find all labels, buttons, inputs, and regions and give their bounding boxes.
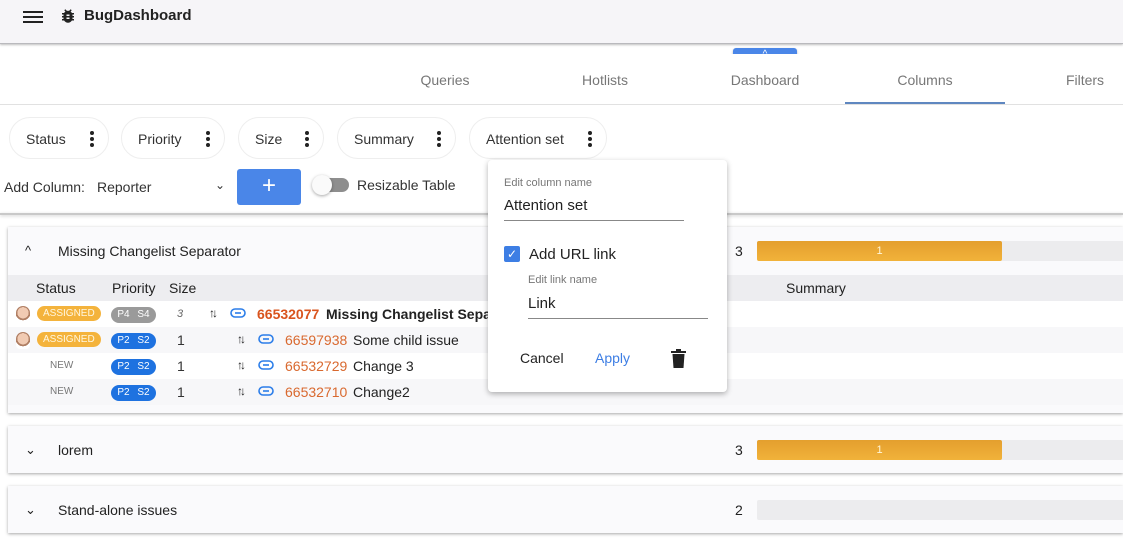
group-progress-track xyxy=(757,500,1123,520)
issue-id-link[interactable]: 66532077 xyxy=(257,306,319,322)
group-progress-track: 1 xyxy=(757,241,1123,261)
tab-filters[interactable]: Filters xyxy=(1005,54,1123,104)
issue-group: ⌄ lorem 3 1 xyxy=(8,426,1123,473)
link-icon[interactable] xyxy=(258,357,274,373)
priority-badge: P2 S2 xyxy=(111,385,156,401)
more-vert-icon[interactable] xyxy=(305,131,309,147)
priority-badge: P2 S2 xyxy=(111,359,156,375)
group-count: 3 xyxy=(735,243,743,259)
issue-group: ⌄ Stand-alone issues 2 xyxy=(8,486,1123,533)
toggle-knob xyxy=(312,175,332,195)
chip-label: Attention set xyxy=(486,131,564,147)
column-name-label: Edit column name xyxy=(504,177,593,189)
issue-id-link[interactable]: 66597938 xyxy=(285,332,347,348)
resizable-table-toggle[interactable] xyxy=(312,175,349,195)
add-column-label: Add Column: xyxy=(4,179,85,195)
group-header[interactable]: ⌄ Stand-alone issues 2 xyxy=(8,486,1123,534)
app-title: BugDashboard xyxy=(84,7,192,24)
app-header: BugDashboard xyxy=(0,0,1123,44)
edit-column-popup: Edit column name Attention set ✓ Add URL… xyxy=(488,160,727,392)
column-chip-attention-set[interactable]: Attention set xyxy=(469,117,607,159)
avatar xyxy=(16,332,30,349)
plus-icon: + xyxy=(261,172,276,199)
more-vert-icon[interactable] xyxy=(588,131,592,147)
link-name-input[interactable]: Link xyxy=(528,295,708,319)
add-url-label[interactable]: Add URL link xyxy=(529,246,616,263)
add-url-checkbox[interactable]: ✓ xyxy=(504,246,520,262)
more-vert-icon[interactable] xyxy=(437,131,441,147)
add-column-select[interactable]: Reporter ⌄ xyxy=(97,178,227,195)
tab-dashboard[interactable]: Dashboard xyxy=(685,54,845,104)
chip-label: Priority xyxy=(138,131,182,147)
header-status[interactable]: Status xyxy=(36,280,76,296)
link-icon[interactable] xyxy=(258,383,274,399)
resizable-table-label: Resizable Table xyxy=(357,177,456,193)
group-count: 2 xyxy=(735,502,743,518)
tab-bar: Queries Hotlists Dashboard Columns Filte… xyxy=(0,54,1123,105)
chip-label: Summary xyxy=(354,131,414,147)
chip-label: Size xyxy=(255,131,283,147)
more-vert-icon[interactable] xyxy=(206,131,210,147)
status-badge: ASSIGNED xyxy=(37,306,101,321)
column-chip-size[interactable]: Size xyxy=(238,117,324,159)
more-vert-icon[interactable] xyxy=(90,131,94,147)
chevron-down-icon[interactable]: ⌄ xyxy=(25,502,36,518)
sort-icon[interactable]: ↑↓ xyxy=(237,358,246,372)
issue-id-link[interactable]: 66532729 xyxy=(285,358,347,374)
group-title: Stand-alone issues xyxy=(58,502,178,518)
header-priority[interactable]: Priority xyxy=(112,280,156,296)
priority-badge: P2 S2 xyxy=(111,333,156,349)
column-chip-summary[interactable]: Summary xyxy=(337,117,456,159)
link-name-label: Edit link name xyxy=(528,274,598,286)
tab-hotlists[interactable]: Hotlists xyxy=(525,54,685,104)
issue-title: Missing Changelist Separ xyxy=(326,306,497,322)
apply-button[interactable]: Apply xyxy=(595,350,630,366)
status-badge: NEW xyxy=(50,386,74,397)
hamburger-menu-icon[interactable] xyxy=(23,9,43,25)
group-header[interactable]: ⌄ lorem 3 1 xyxy=(8,426,1123,474)
issue-title: Some child issue xyxy=(353,332,459,348)
sort-icon[interactable]: ↑↓ xyxy=(209,306,218,320)
issue-id-link[interactable]: 66532710 xyxy=(285,384,347,400)
add-column-button[interactable]: + xyxy=(237,169,301,205)
size-value: 1 xyxy=(177,332,185,348)
group-count: 3 xyxy=(735,442,743,458)
column-chip-priority[interactable]: Priority xyxy=(121,117,225,159)
link-icon[interactable] xyxy=(230,305,246,321)
chip-label: Status xyxy=(26,131,66,147)
group-progress-fill: 1 xyxy=(757,241,1003,261)
status-badge: ASSIGNED xyxy=(37,332,101,347)
trash-icon[interactable] xyxy=(671,349,686,368)
chevron-down-icon: ⌄ xyxy=(214,178,225,192)
chevron-up-icon[interactable]: ^ xyxy=(25,243,31,258)
issue-title: Change 3 xyxy=(353,358,414,374)
bug-icon xyxy=(62,9,74,23)
group-title: Missing Changelist Separator xyxy=(58,243,241,259)
column-name-input[interactable]: Attention set xyxy=(504,197,684,221)
size-value: 1 xyxy=(177,384,185,400)
status-badge: NEW xyxy=(50,360,74,371)
check-icon: ✓ xyxy=(506,247,518,261)
avatar xyxy=(16,306,30,323)
sort-icon[interactable]: ↑↓ xyxy=(237,384,246,398)
group-title: lorem xyxy=(58,442,94,458)
header-size[interactable]: Size xyxy=(169,280,196,296)
cancel-button[interactable]: Cancel xyxy=(520,350,564,366)
link-icon[interactable] xyxy=(258,331,274,347)
group-progress-track: 1 xyxy=(757,440,1123,460)
size-value: 3 xyxy=(177,308,184,320)
chevron-down-icon[interactable]: ⌄ xyxy=(25,442,36,458)
tab-columns[interactable]: Columns xyxy=(845,54,1005,104)
issue-title: Change2 xyxy=(353,384,410,400)
sort-icon[interactable]: ↑↓ xyxy=(237,332,246,346)
column-chip-status[interactable]: Status xyxy=(9,117,109,159)
tab-queries[interactable]: Queries xyxy=(365,54,525,104)
header-summary[interactable]: Summary xyxy=(786,280,846,296)
selected-column: Reporter xyxy=(97,179,152,195)
size-value: 1 xyxy=(177,358,185,374)
priority-badge: P4 S4 xyxy=(111,307,156,323)
group-progress-fill: 1 xyxy=(757,440,1003,460)
